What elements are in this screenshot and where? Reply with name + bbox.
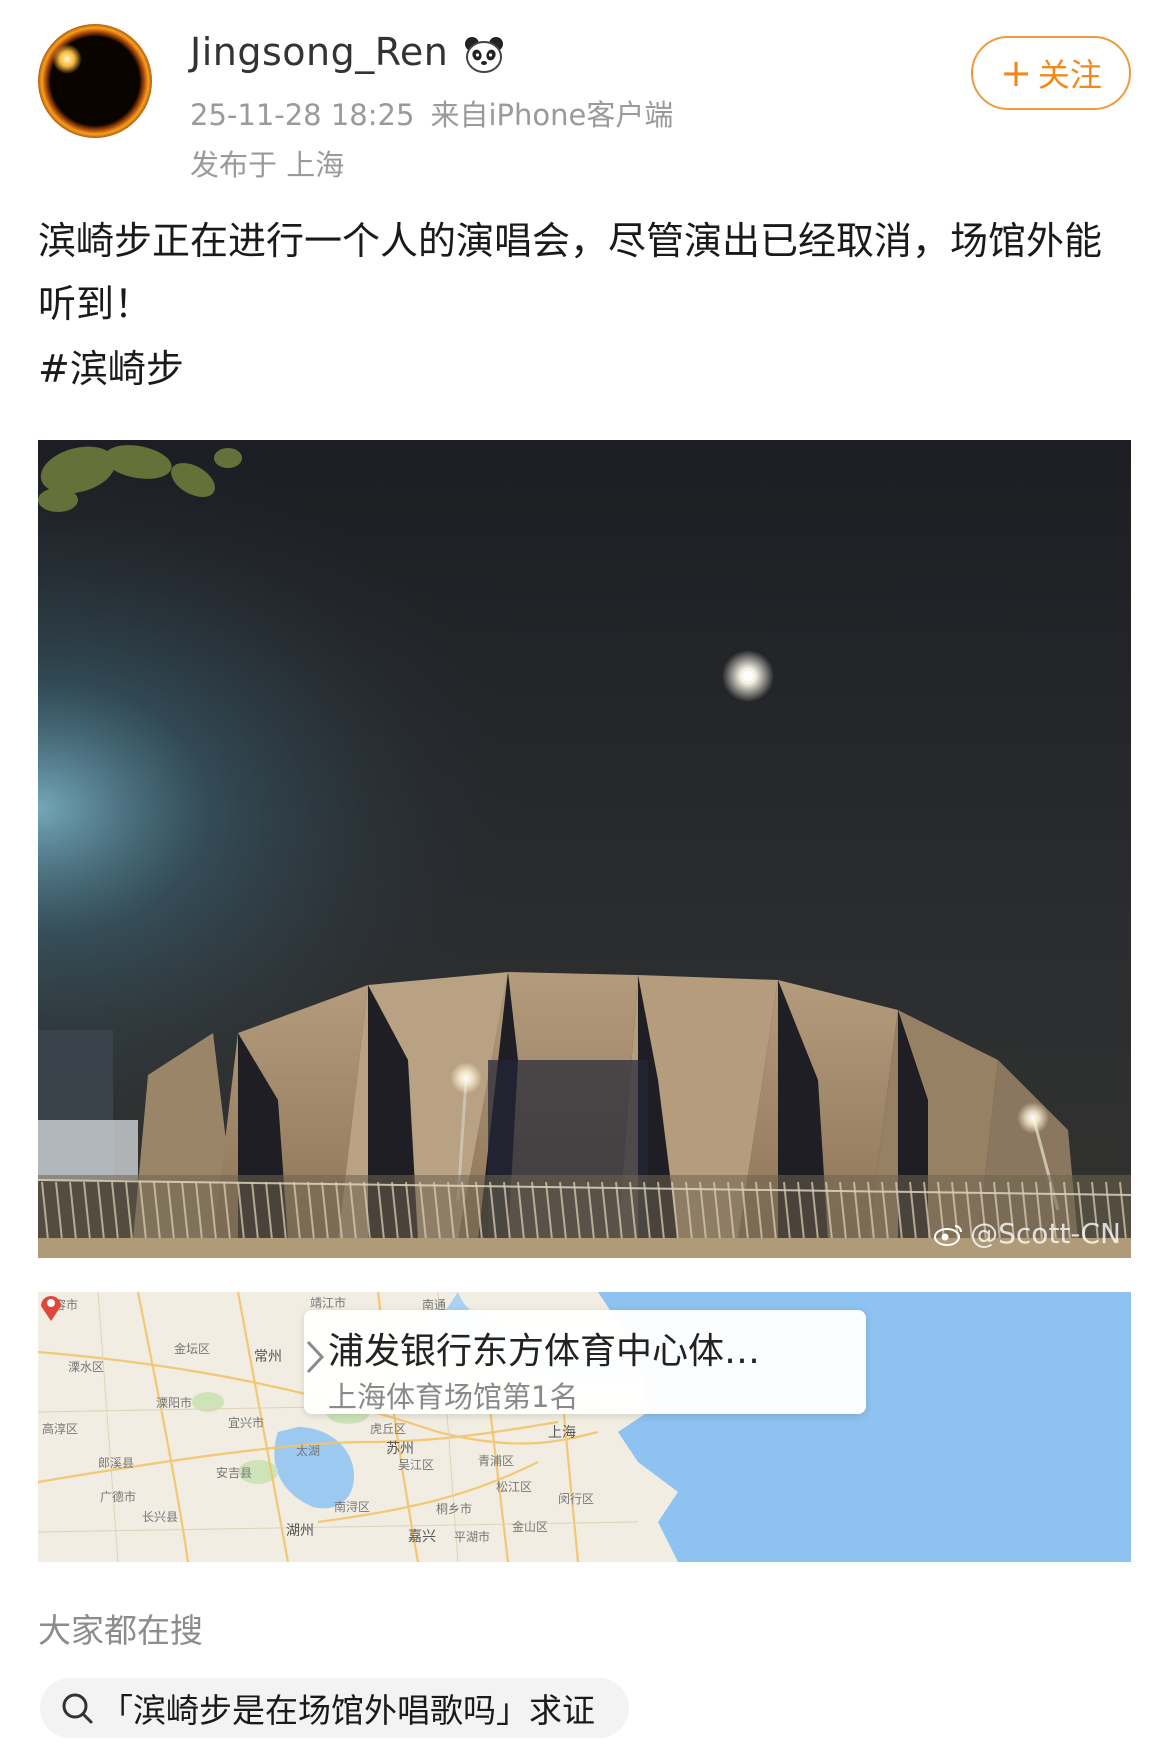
- location-map-card[interactable]: 句容市 金坛区 常州 溧水区 溧阳市 宜兴市 高淳区 郎溪县 广德市 长兴县 湖…: [38, 1292, 1131, 1562]
- map-label: 嘉兴: [408, 1529, 436, 1545]
- map-label: 虎丘区: [370, 1422, 407, 1436]
- map-label: 溧水区: [68, 1360, 105, 1374]
- follow-button[interactable]: + 关注: [971, 36, 1131, 110]
- map-label: 溧阳市: [156, 1396, 193, 1410]
- author-name[interactable]: Jingsong_Ren: [190, 30, 448, 74]
- post-text: 滨崎步正在进行一个人的演唱会，尽管演出已经取消，场馆外能听到！: [38, 219, 1103, 326]
- search-icon: [62, 1693, 93, 1724]
- chevron-right-icon: [306, 1340, 325, 1374]
- post-header: Jingsong_Ren 25-11-28 18:25 来自iPhone客户端 发…: [0, 0, 1170, 190]
- plus-icon: +: [1000, 51, 1032, 95]
- map-label: 苏州: [386, 1441, 414, 1457]
- weibo-logo-icon: [934, 1224, 963, 1246]
- post-meta: 25-11-28 18:25 来自iPhone客户端: [190, 92, 673, 134]
- map-label: 高淳区: [42, 1422, 79, 1436]
- place-name: 浦发银行东方体育中心体…: [328, 1331, 761, 1372]
- avatar[interactable]: [38, 24, 152, 138]
- map-label: 松江区: [496, 1480, 533, 1494]
- map-label: 平湖市: [454, 1530, 491, 1544]
- post-location: 发布于 上海: [190, 148, 345, 182]
- image-watermark: @Scott-CN: [934, 1217, 1121, 1250]
- follow-button-label: 关注: [1037, 56, 1102, 94]
- map-label: 金山区: [512, 1520, 549, 1534]
- map-label: 湖州: [286, 1523, 314, 1539]
- panda-badge-icon: [465, 37, 503, 73]
- map-label: 长兴县: [142, 1510, 179, 1524]
- map-label: 安吉县: [216, 1466, 253, 1480]
- map-label: 吴江区: [398, 1458, 435, 1472]
- map-label: 常州: [254, 1349, 282, 1365]
- post-source: 来自iPhone客户端: [430, 98, 674, 132]
- map-label: 太湖: [296, 1444, 321, 1458]
- trending-search-chip[interactable]: 「滨崎步是在场馆外唱歌吗」求证: [40, 1678, 629, 1738]
- map-label: 靖江市: [310, 1296, 347, 1310]
- stadium-night-photo: [38, 440, 1131, 1258]
- place-card[interactable]: 浦发银行东方体育中心体… 上海体育场馆第1名: [304, 1310, 866, 1414]
- map-label: 郎溪县: [98, 1456, 135, 1470]
- map-label: 广德市: [100, 1490, 137, 1504]
- post-timestamp: 25-11-28 18:25: [190, 98, 415, 132]
- location-pin-icon: [41, 1296, 61, 1321]
- trending-search-text: 「滨崎步是在场馆外唱歌吗」求证: [100, 1691, 595, 1730]
- map-label: 南浔区: [334, 1500, 371, 1514]
- map-label: 闵行区: [558, 1492, 595, 1506]
- post-hashtag[interactable]: #滨崎步: [38, 338, 184, 393]
- map-label: 上海: [548, 1425, 576, 1441]
- place-rank: 上海体育场馆第1名: [328, 1380, 579, 1414]
- watermark-text: @Scott-CN: [970, 1217, 1121, 1250]
- trending-search-title: 大家都在搜: [38, 1611, 203, 1650]
- map-label: 宜兴市: [228, 1416, 265, 1430]
- map-label: 金坛区: [174, 1342, 211, 1356]
- map-label: 青浦区: [478, 1454, 515, 1468]
- map-label: 桐乡市: [436, 1502, 473, 1516]
- post-image[interactable]: @Scott-CN: [38, 440, 1131, 1258]
